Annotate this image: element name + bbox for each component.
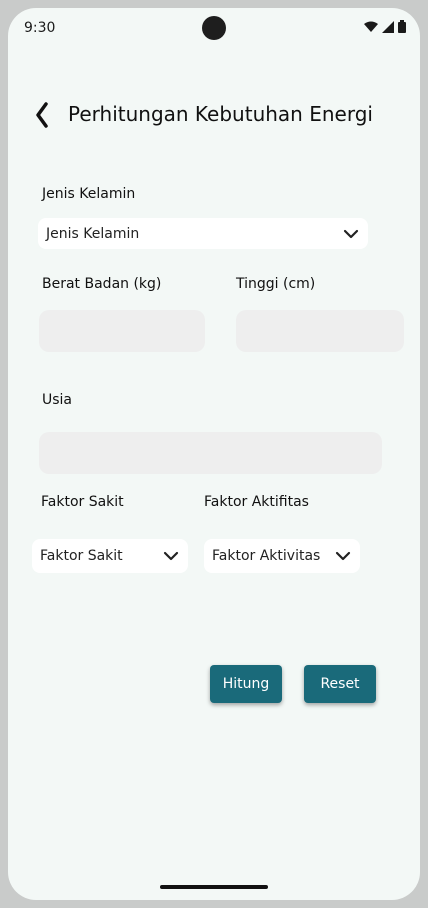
activity-factor-select[interactable]: Faktor Aktivitas bbox=[204, 539, 360, 573]
calculate-button[interactable]: Hitung bbox=[210, 665, 282, 703]
weight-label: Berat Badan (kg) bbox=[42, 276, 162, 292]
age-input[interactable] bbox=[39, 432, 382, 474]
activity-factor-label: Faktor Aktifitas bbox=[204, 494, 309, 510]
chevron-down-icon bbox=[335, 551, 351, 561]
reset-button[interactable]: Reset bbox=[304, 665, 376, 703]
app-screen: 9:30 Perhitungan Kebutuhan Energi Jenis … bbox=[8, 8, 420, 900]
page-title: Perhitungan Kebutuhan Energi bbox=[68, 102, 373, 126]
activity-factor-value: Faktor Aktivitas bbox=[212, 548, 321, 564]
age-label: Usia bbox=[42, 392, 73, 408]
weight-input[interactable] bbox=[39, 310, 205, 352]
sick-factor-select[interactable]: Faktor Sakit bbox=[32, 539, 188, 573]
sick-factor-value: Faktor Sakit bbox=[40, 548, 123, 564]
height-input[interactable] bbox=[236, 310, 404, 352]
sick-factor-label: Faktor Sakit bbox=[41, 494, 124, 510]
chevron-down-icon bbox=[343, 229, 359, 238]
home-indicator[interactable] bbox=[160, 885, 268, 889]
status-icons bbox=[364, 20, 406, 33]
gender-select[interactable]: Jenis Kelamin bbox=[38, 218, 368, 249]
gender-select-value: Jenis Kelamin bbox=[46, 225, 140, 242]
battery-icon bbox=[398, 20, 406, 33]
camera-cutout bbox=[202, 16, 226, 40]
status-bar: 9:30 bbox=[8, 8, 420, 48]
chevron-down-icon bbox=[163, 551, 179, 561]
status-time: 9:30 bbox=[24, 20, 56, 36]
chevron-left-icon[interactable] bbox=[30, 100, 54, 130]
height-label: Tinggi (cm) bbox=[236, 276, 316, 292]
app-header: Perhitungan Kebutuhan Energi bbox=[8, 96, 420, 136]
gender-label: Jenis Kelamin bbox=[42, 186, 136, 202]
signal-icon bbox=[382, 20, 394, 33]
phone-frame: 9:30 Perhitungan Kebutuhan Energi Jenis … bbox=[0, 0, 428, 908]
wifi-icon bbox=[364, 21, 378, 32]
